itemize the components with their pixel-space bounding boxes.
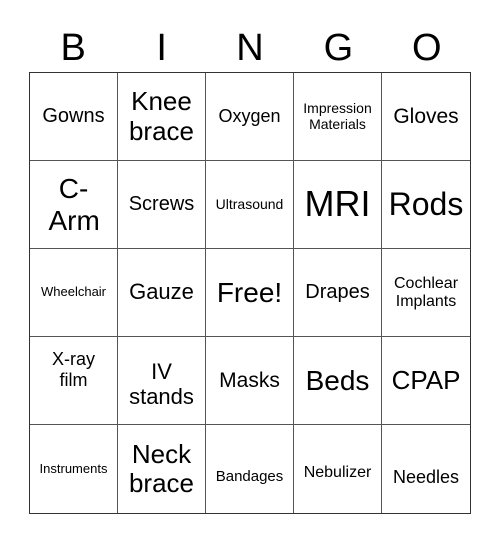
cell-text: Nebulizer [303, 464, 372, 482]
bingo-cell[interactable]: Needles [382, 425, 470, 513]
header-letter-o: O [412, 27, 442, 69]
bingo-cell[interactable]: Masks [206, 337, 294, 425]
bingo-cell[interactable]: Neck brace [118, 425, 206, 513]
bingo-cell[interactable]: Knee brace [118, 73, 206, 161]
bingo-cell[interactable]: Bandages [206, 425, 294, 513]
bingo-cell[interactable]: Ultrasound [206, 161, 294, 249]
cell-text: Rods [388, 185, 464, 222]
bingo-cell[interactable]: C-Arm [30, 161, 118, 249]
cell-text: Gauze [129, 279, 194, 305]
cell-text: Ultrasound [215, 195, 284, 212]
cell-text: X-ray film [51, 349, 95, 390]
cell-text: Instruments [39, 460, 108, 476]
cell-text: Beds [305, 364, 370, 396]
header-letter-i: I [156, 27, 167, 69]
cell-text: Gowns [42, 105, 105, 128]
bingo-cell[interactable]: Gloves [382, 73, 470, 161]
free-space: Free! [216, 276, 283, 308]
cell-text: Needles [392, 466, 460, 487]
cell-text: CPAP [391, 364, 461, 395]
bingo-cell[interactable]: Instruments [30, 425, 118, 513]
bingo-cell[interactable]: Rods [382, 161, 470, 249]
header-letter-b: B [60, 27, 86, 69]
bingo-cell[interactable]: Gauze [118, 249, 206, 337]
bingo-cell[interactable]: Drapes [294, 249, 382, 337]
bingo-cell[interactable]: Gowns [30, 73, 118, 161]
cell-text: Cochlear Implants [393, 274, 459, 310]
bingo-cell[interactable]: Oxygen [206, 73, 294, 161]
cell-text: Bandages [215, 467, 284, 485]
cell-text: C-Arm [48, 173, 100, 236]
cell-text: Gloves [393, 104, 459, 128]
cell-text: Screws [128, 193, 195, 216]
bingo-cell[interactable]: Impression Materials [294, 73, 382, 161]
cell-text: MRI [304, 183, 371, 225]
bingo-cell[interactable]: Screws [118, 161, 206, 249]
bingo-cell[interactable]: Free! [206, 249, 294, 337]
bingo-cell[interactable]: Beds [294, 337, 382, 425]
bingo-cell[interactable]: MRI [294, 161, 382, 249]
bingo-card: Gowns Knee brace Oxygen Impression Mater… [29, 72, 471, 514]
bingo-cell[interactable]: Nebulizer [294, 425, 382, 513]
bingo-header: B I N G O [29, 24, 471, 72]
bingo-cell[interactable]: Cochlear Implants [382, 249, 470, 337]
header-letter-n: N [236, 27, 264, 69]
bingo-cell[interactable]: X-ray film [30, 337, 118, 425]
cell-text: Impression Materials [303, 99, 372, 132]
header-letter-g: G [323, 27, 354, 69]
cell-text: IV stands [129, 358, 194, 409]
bingo-cell[interactable]: IV stands [118, 337, 206, 425]
cell-text: Wheelchair [40, 284, 107, 300]
cell-text: Knee brace [128, 86, 195, 146]
bingo-cell[interactable]: Wheelchair [30, 249, 118, 337]
cell-text: Drapes [305, 281, 370, 304]
cell-text: Neck brace [128, 438, 195, 498]
bingo-cell[interactable]: CPAP [382, 337, 470, 425]
cell-text: Oxygen [218, 106, 281, 127]
cell-text: Masks [219, 368, 280, 392]
